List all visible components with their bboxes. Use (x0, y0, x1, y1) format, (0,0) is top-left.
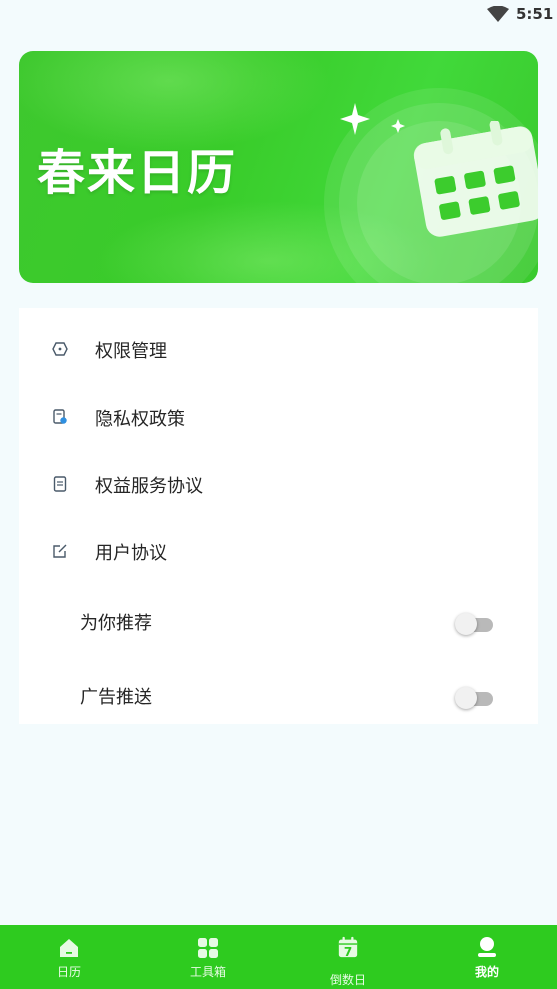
tab-mine[interactable]: 我的 (437, 925, 537, 989)
menu-item-privacy-policy[interactable]: 隐私权政策 (19, 388, 538, 448)
document-icon (53, 476, 67, 492)
menu-item-label: 权限管理 (95, 341, 167, 362)
toggle-thumb (455, 687, 477, 709)
menu-item-service-agreement[interactable]: 权益服务协议 (19, 455, 538, 515)
tab-toolbox[interactable]: 工具箱 (158, 925, 258, 989)
toggle-label: 广告推送 (80, 687, 152, 708)
tab-calendar[interactable]: 日历 (19, 925, 119, 989)
toggle-thumb (455, 613, 477, 635)
privacy-doc-icon (53, 409, 67, 424)
status-bar: 5:51 (0, 0, 557, 30)
menu-item-label: 隐私权政策 (95, 409, 185, 430)
tab-label: 日历 (56, 965, 81, 979)
grid-icon (198, 938, 218, 958)
tab-label: 工具箱 (189, 965, 226, 979)
calendar-icon (413, 121, 538, 237)
banner-title: 春来日历 (37, 145, 238, 201)
countdown-badge: 7 (343, 945, 353, 959)
permission-icon (52, 342, 68, 356)
tab-label: 倒数日 (329, 973, 366, 987)
toggle-label: 为你推荐 (80, 613, 152, 634)
banner: 春来日历 (19, 51, 538, 283)
menu-item-user-agreement[interactable]: 用户协议 (19, 522, 538, 582)
status-time: 5:51 (516, 5, 554, 23)
edit-icon (53, 544, 67, 558)
wifi-icon (487, 6, 509, 22)
user-icon (478, 937, 496, 957)
tab-countdown[interactable]: 7 倒数日 (298, 925, 398, 989)
toggle-row-ad-push: 广告推送 (19, 666, 538, 726)
menu-item-label: 用户协议 (95, 543, 167, 564)
menu-item-label: 权益服务协议 (95, 476, 203, 497)
settings-card: 权限管理 隐私权政策 权益服务协议 用户协议 为你推荐 广告推送 (19, 308, 538, 724)
ad-push-toggle[interactable] (455, 686, 493, 709)
tab-label: 我的 (474, 965, 499, 979)
toggle-row-recommend: 为你推荐 (19, 592, 538, 652)
recommend-toggle[interactable] (455, 612, 493, 635)
menu-item-permissions[interactable]: 权限管理 (19, 320, 538, 380)
home-icon (60, 939, 78, 957)
bottom-tab-bar: 日历 工具箱 7 倒数日 我的 (0, 925, 557, 989)
